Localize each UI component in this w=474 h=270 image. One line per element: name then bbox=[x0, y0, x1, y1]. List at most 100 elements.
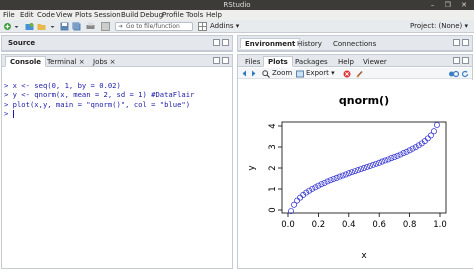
data-point bbox=[339, 172, 346, 179]
tab-plots[interactable]: Plots bbox=[263, 56, 293, 67]
goto-arrow-icon: ➜ bbox=[118, 23, 124, 30]
previous-plot-icon[interactable] bbox=[241, 70, 248, 77]
console-prompt[interactable]: > bbox=[4, 109, 230, 118]
menu-profile[interactable]: Profile bbox=[162, 10, 184, 20]
y-tick-label: 2 bbox=[268, 165, 278, 170]
menu-file[interactable]: File bbox=[3, 10, 15, 20]
source-title[interactable]: Source bbox=[4, 38, 39, 49]
tab-connections[interactable]: Connections bbox=[328, 38, 381, 49]
x-tick-label: 0.4 bbox=[342, 220, 356, 230]
data-point bbox=[361, 165, 367, 171]
data-point bbox=[403, 148, 410, 155]
new-file-icon[interactable] bbox=[3, 22, 12, 31]
title-bar: RStudio – ❐ ✕ bbox=[0, 0, 474, 10]
tab-files[interactable]: Files bbox=[240, 56, 265, 67]
x-tick-label: 0.2 bbox=[312, 220, 326, 230]
qnorm-scatter-plot: qnorm() 0.0 0.2 0.4 0.6 0.8 1.0 0 1 2 3 4 x y bbox=[247, 94, 447, 261]
data-point bbox=[345, 170, 352, 177]
data-point bbox=[364, 163, 370, 170]
maximize-pane-icon[interactable] bbox=[222, 39, 229, 46]
data-point bbox=[379, 158, 386, 165]
minimize-pane-icon[interactable] bbox=[453, 57, 460, 64]
minimize-pane-icon[interactable] bbox=[213, 39, 220, 46]
menu-plots[interactable]: Plots bbox=[75, 10, 92, 20]
tab-terminal[interactable]: Terminal × bbox=[42, 56, 90, 67]
data-point bbox=[412, 144, 419, 151]
project-menu[interactable]: Project: (None) ▾ bbox=[410, 21, 468, 32]
console-output[interactable]: > x <- seq(0, 1, by = 0.02) > y <- qnorm… bbox=[4, 81, 230, 266]
prompt-symbol: > bbox=[4, 108, 9, 118]
y-tick-label: 0 bbox=[268, 207, 278, 212]
tab-viewer[interactable]: Viewer bbox=[358, 56, 392, 67]
menu-edit[interactable]: Edit bbox=[20, 10, 34, 20]
menu-debug[interactable]: Debug bbox=[140, 10, 163, 20]
data-point bbox=[424, 135, 431, 142]
goto-file-function-input[interactable]: ➜ Go to file/function bbox=[115, 22, 193, 31]
goto-placeholder: Go to file/function bbox=[126, 23, 180, 30]
data-point bbox=[434, 122, 440, 128]
console-pane-header: Console Terminal × Jobs × bbox=[2, 55, 232, 67]
data-point bbox=[358, 166, 364, 173]
environment-pane-header: Environment History Connections bbox=[238, 36, 472, 51]
console-pane: Console Terminal × Jobs × > x <- seq(0, … bbox=[1, 54, 233, 269]
menu-build[interactable]: Build bbox=[121, 10, 139, 20]
source-pane-window-controls bbox=[211, 39, 229, 48]
y-tick-label: 1 bbox=[268, 186, 278, 191]
environment-pane: Environment History Connections bbox=[237, 35, 473, 52]
maximize-pane-icon[interactable] bbox=[222, 57, 229, 64]
maximize-pane-icon[interactable] bbox=[462, 57, 469, 64]
tab-jobs[interactable]: Jobs × bbox=[88, 56, 121, 67]
export-menu[interactable]: Export ▾ bbox=[306, 68, 335, 79]
zoom-icon[interactable] bbox=[262, 70, 270, 78]
data-point bbox=[327, 177, 334, 184]
menu-code[interactable]: Code bbox=[37, 10, 55, 20]
plot-viewer: qnorm() 0.0 0.2 0.4 0.6 0.8 1.0 0 1 2 3 4 x y bbox=[238, 80, 473, 268]
data-point bbox=[321, 179, 328, 186]
text-cursor bbox=[12, 109, 14, 118]
data-point bbox=[297, 194, 304, 201]
menu-session[interactable]: Session bbox=[94, 10, 121, 20]
tab-history[interactable]: History bbox=[292, 38, 327, 49]
data-point bbox=[294, 197, 301, 204]
export-icon[interactable] bbox=[296, 70, 304, 78]
menu-bar: File Edit Code View Plots Session Build … bbox=[0, 10, 474, 20]
zoom-button[interactable]: Zoom bbox=[272, 68, 292, 79]
tab-console[interactable]: Console bbox=[5, 56, 47, 67]
open-file-icon[interactable] bbox=[37, 22, 46, 31]
minimize-pane-icon[interactable] bbox=[453, 39, 460, 46]
data-points bbox=[288, 122, 440, 214]
minimize-pane-icon[interactable] bbox=[213, 57, 220, 64]
data-point bbox=[397, 151, 404, 158]
maximize-pane-icon[interactable] bbox=[462, 39, 469, 46]
main-toolbar: ➜ Go to file/function Addins ▾ Project: … bbox=[0, 20, 474, 33]
remove-plot-icon[interactable] bbox=[343, 70, 351, 78]
x-tick-label: 0.6 bbox=[372, 220, 386, 230]
y-axis-label: y bbox=[247, 165, 257, 171]
data-point bbox=[330, 175, 337, 182]
tab-packages[interactable]: Packages bbox=[290, 56, 333, 67]
data-point bbox=[430, 128, 437, 135]
new-file-dropdown-icon[interactable] bbox=[14, 22, 19, 31]
menu-help[interactable]: Help bbox=[206, 10, 222, 20]
save-all-icon[interactable] bbox=[72, 22, 81, 31]
environment-pane-window-controls bbox=[451, 39, 469, 48]
next-plot-icon[interactable] bbox=[250, 70, 257, 77]
plots-toolbar: Zoom Export ▾ bbox=[238, 68, 472, 79]
publish-icon[interactable] bbox=[448, 70, 460, 78]
open-project-icon[interactable] bbox=[25, 22, 34, 31]
print-icon[interactable] bbox=[86, 22, 95, 31]
refresh-icon[interactable] bbox=[461, 70, 469, 78]
menu-view[interactable]: View bbox=[56, 10, 73, 20]
clear-plots-icon[interactable] bbox=[356, 70, 364, 78]
save-icon[interactable] bbox=[60, 22, 69, 31]
addins-menu[interactable]: Addins ▾ bbox=[210, 21, 239, 32]
data-point bbox=[367, 162, 374, 169]
data-point bbox=[400, 150, 407, 157]
menu-tools[interactable]: Tools bbox=[186, 10, 203, 20]
window-controls[interactable]: – ❐ ✕ bbox=[431, 0, 471, 10]
workspace-panes-icon[interactable] bbox=[198, 22, 207, 31]
console-pane-window-controls bbox=[211, 57, 229, 66]
go-to-icon[interactable] bbox=[101, 22, 110, 31]
open-recent-dropdown-icon[interactable] bbox=[50, 22, 55, 31]
tab-help[interactable]: Help bbox=[333, 56, 359, 67]
